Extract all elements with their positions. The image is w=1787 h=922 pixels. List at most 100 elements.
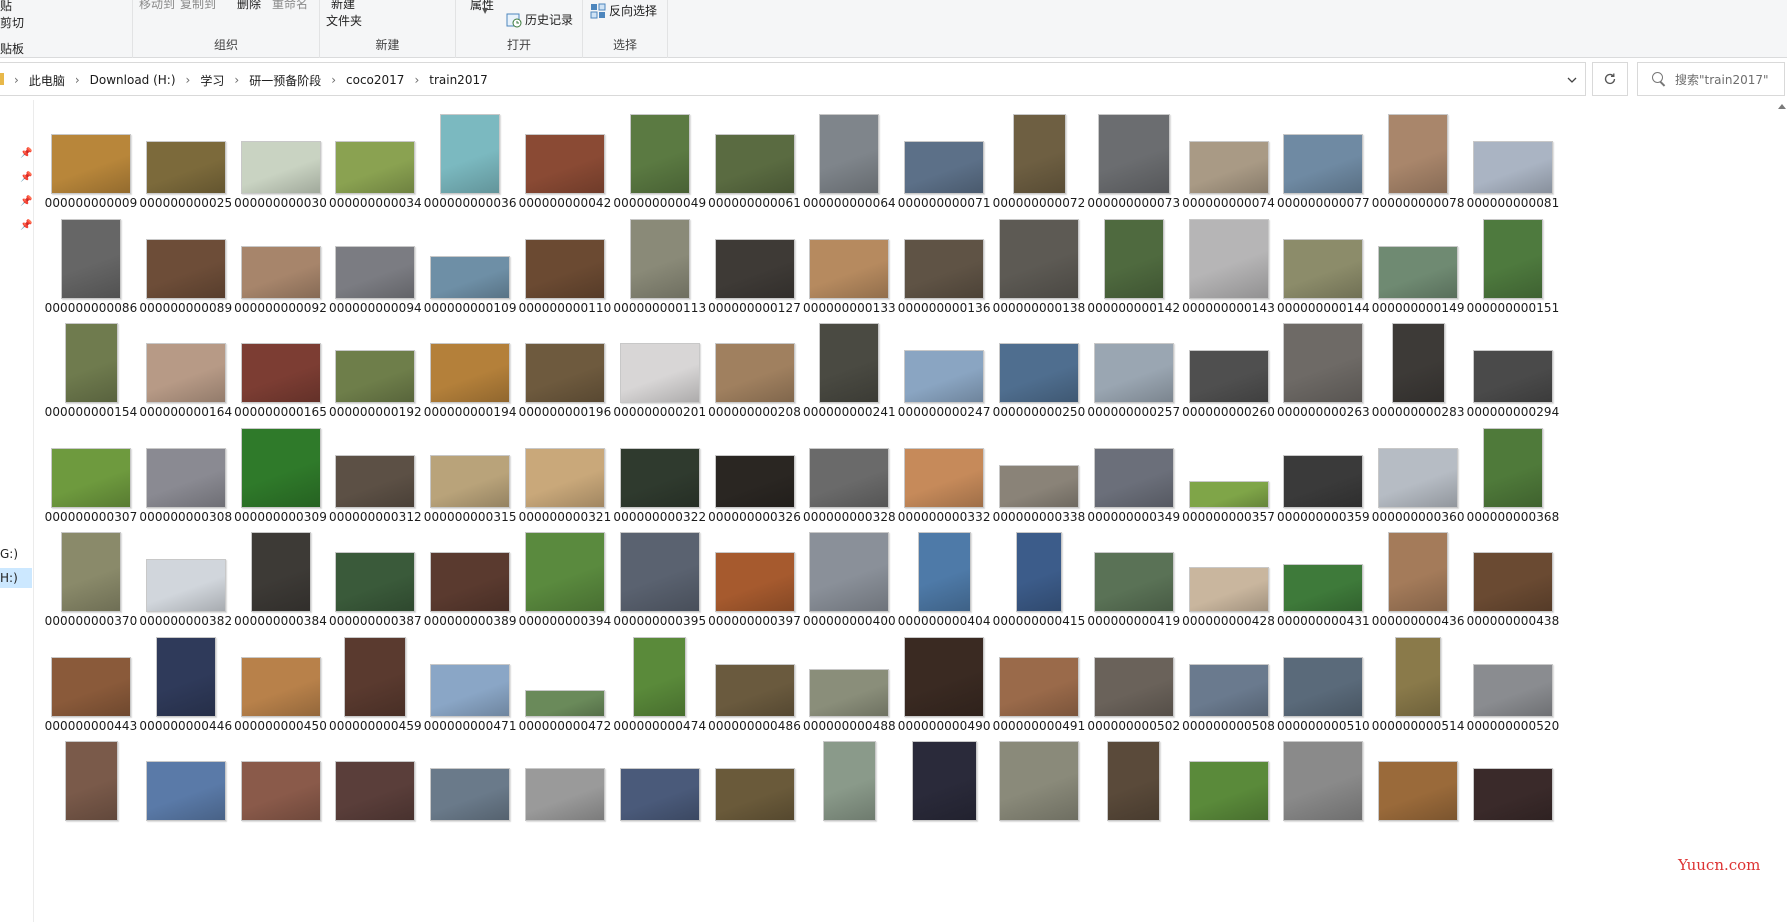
file-item[interactable]: 000000000092 [228, 203, 334, 318]
file-item[interactable]: 000000000089 [133, 203, 239, 318]
file-item[interactable]: 000000000113 [607, 203, 713, 318]
file-item[interactable]: 000000000009 [38, 100, 144, 213]
file-item[interactable]: 000000000078 [1365, 100, 1471, 213]
file-item[interactable]: 000000000136 [891, 203, 997, 318]
file-item[interactable]: 000000000201 [607, 307, 713, 422]
properties-dropdown-icon[interactable]: ▼ [482, 6, 488, 15]
file-item[interactable]: 000000000263 [1270, 307, 1376, 422]
file-item[interactable]: 000000000034 [322, 100, 428, 213]
breadcrumb-item[interactable]: Download (H:) [84, 73, 182, 87]
breadcrumb-separator-icon[interactable]: › [230, 73, 243, 87]
file-item[interactable] [1365, 725, 1471, 840]
breadcrumb-separator-icon[interactable]: › [410, 73, 423, 87]
file-item[interactable]: 000000000397 [702, 516, 808, 631]
file-item[interactable]: 000000000419 [1081, 516, 1187, 631]
file-item[interactable]: 000000000109 [417, 203, 523, 318]
breadcrumb-item[interactable]: train2017 [423, 73, 493, 87]
file-item[interactable] [1176, 725, 1282, 840]
breadcrumb-item[interactable]: 学习 [194, 72, 230, 89]
file-item[interactable] [796, 725, 902, 840]
file-item[interactable]: 000000000490 [891, 621, 997, 736]
file-item[interactable]: 000000000133 [796, 203, 902, 318]
file-item[interactable]: 000000000338 [986, 412, 1092, 527]
file-item[interactable]: 000000000349 [1081, 412, 1187, 527]
file-item[interactable]: 000000000061 [702, 100, 808, 213]
file-item[interactable] [38, 725, 144, 840]
file-item[interactable]: 000000000428 [1176, 516, 1282, 631]
breadcrumb-item[interactable]: 研一预备阶段 [243, 72, 327, 89]
file-item[interactable] [1081, 725, 1187, 840]
file-item[interactable] [891, 725, 997, 840]
file-item[interactable]: 000000000312 [322, 412, 428, 527]
file-item[interactable]: 000000000370 [38, 516, 144, 631]
file-item[interactable]: 000000000307 [38, 412, 144, 527]
file-item[interactable] [1270, 725, 1376, 840]
file-item[interactable]: 000000000431 [1270, 516, 1376, 631]
rename-button[interactable]: 重命名 [272, 0, 308, 12]
navigation-pane[interactable]: 📌 📌 📌 📌 G:) H:) [0, 100, 34, 922]
file-item[interactable] [986, 725, 1092, 840]
file-item[interactable]: 000000000308 [133, 412, 239, 527]
file-item[interactable]: 000000000436 [1365, 516, 1471, 631]
file-item[interactable]: 000000000077 [1270, 100, 1376, 213]
address-bar[interactable]: › 此电脑 › Download (H:) › 学习 › 研一预备阶段 › coco2017 › tr… [0, 62, 1586, 96]
breadcrumb-separator-icon[interactable]: › [10, 73, 23, 87]
file-item[interactable]: 000000000074 [1176, 100, 1282, 213]
file-item[interactable]: 000000000094 [322, 203, 428, 318]
file-item[interactable]: 000000000127 [702, 203, 808, 318]
file-item[interactable] [607, 725, 713, 840]
file-item[interactable]: 000000000260 [1176, 307, 1282, 422]
file-item[interactable] [228, 725, 334, 840]
file-item[interactable]: 000000000064 [796, 100, 902, 213]
file-item[interactable]: 000000000491 [986, 621, 1092, 736]
file-item[interactable]: 000000000360 [1365, 412, 1471, 527]
file-item[interactable]: 000000000315 [417, 412, 523, 527]
file-item[interactable]: 000000000459 [322, 621, 428, 736]
file-item[interactable]: 000000000196 [512, 307, 618, 422]
file-item[interactable]: 000000000138 [986, 203, 1092, 318]
file-item[interactable]: 000000000322 [607, 412, 713, 527]
invert-selection-button[interactable]: 反向选择 [590, 2, 657, 19]
file-item[interactable]: 000000000309 [228, 412, 334, 527]
file-item[interactable]: 000000000446 [133, 621, 239, 736]
file-item[interactable]: 000000000250 [986, 307, 1092, 422]
file-item[interactable]: 000000000143 [1176, 203, 1282, 318]
file-item[interactable]: 000000000072 [986, 100, 1092, 213]
file-item[interactable]: 000000000192 [322, 307, 428, 422]
cut-button[interactable]: 剪切 [0, 14, 24, 31]
file-item[interactable] [702, 725, 808, 840]
nav-item-drive-g[interactable]: G:) [0, 544, 32, 564]
file-item[interactable]: 000000000036 [417, 100, 523, 213]
file-item[interactable]: 000000000508 [1176, 621, 1282, 736]
file-item[interactable]: 000000000086 [38, 203, 144, 318]
file-item[interactable] [1460, 725, 1566, 840]
copy-to-button[interactable]: 复制到 [180, 0, 216, 12]
file-item[interactable]: 000000000025 [133, 100, 239, 213]
file-item[interactable]: 000000000486 [702, 621, 808, 736]
file-item[interactable]: 000000000110 [512, 203, 618, 318]
file-item[interactable]: 000000000247 [891, 307, 997, 422]
file-item[interactable]: 000000000488 [796, 621, 902, 736]
file-item[interactable]: 000000000520 [1460, 621, 1566, 736]
file-item[interactable]: 000000000359 [1270, 412, 1376, 527]
file-item[interactable]: 000000000404 [891, 516, 997, 631]
file-item[interactable]: 000000000471 [417, 621, 523, 736]
nav-item-drive-h[interactable]: H:) [0, 568, 32, 588]
file-item[interactable]: 000000000154 [38, 307, 144, 422]
file-item[interactable]: 000000000357 [1176, 412, 1282, 527]
file-item[interactable]: 000000000400 [796, 516, 902, 631]
file-item[interactable]: 000000000443 [38, 621, 144, 736]
file-item[interactable]: 000000000384 [228, 516, 334, 631]
file-item[interactable]: 000000000394 [512, 516, 618, 631]
file-item[interactable]: 000000000073 [1081, 100, 1187, 213]
file-item[interactable]: 000000000142 [1081, 203, 1187, 318]
refresh-button[interactable] [1592, 62, 1628, 96]
file-item[interactable]: 000000000395 [607, 516, 713, 631]
file-item[interactable]: 000000000144 [1270, 203, 1376, 318]
breadcrumb-separator-icon[interactable]: › [71, 73, 84, 87]
file-item[interactable] [322, 725, 428, 840]
file-item[interactable]: 000000000164 [133, 307, 239, 422]
file-item[interactable]: 000000000326 [702, 412, 808, 527]
file-item[interactable]: 000000000510 [1270, 621, 1376, 736]
file-item[interactable]: 000000000151 [1460, 203, 1566, 318]
